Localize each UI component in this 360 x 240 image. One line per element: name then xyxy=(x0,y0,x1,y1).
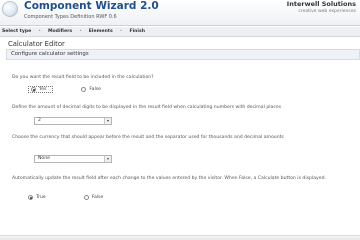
footer-bar xyxy=(0,235,360,240)
nav-separator: • xyxy=(79,29,82,34)
radio-label: True xyxy=(36,195,46,200)
wizard-steps-nav: Select type • Modifiers • Elements • Fin… xyxy=(0,27,360,37)
question-1-text: Do you want the result field to be inclu… xyxy=(12,75,154,80)
nav-step-modifiers[interactable]: Modifiers xyxy=(48,29,72,34)
select-value: None xyxy=(38,156,50,161)
app-subtitle: Component Types Definition RWF 0.6 xyxy=(24,14,117,20)
brand-tagline: creative web experiences xyxy=(298,9,356,14)
nav-step-finish[interactable]: Finish xyxy=(129,29,145,34)
section-subtitle: Configure calculator settings xyxy=(11,51,89,57)
radio-selected-icon xyxy=(31,87,36,92)
question-3-text: Choose the currency that should appear b… xyxy=(12,135,284,140)
app-title: Component Wizard 2.0 xyxy=(24,0,159,12)
option-yes-radio[interactable]: Yes xyxy=(28,86,54,93)
decimal-digits-select[interactable]: 2 xyxy=(34,117,112,125)
focus-outline: Yes xyxy=(28,86,54,93)
chevron-down-icon xyxy=(104,156,111,162)
app-header: Component Wizard 2.0 Component Types Def… xyxy=(0,0,360,26)
radio-label: False xyxy=(89,87,101,92)
currency-select[interactable]: None xyxy=(34,155,112,163)
question-4-text: Automatically update the result field af… xyxy=(12,176,326,181)
section-title: Calculator Editor xyxy=(8,40,65,48)
radio-label: False xyxy=(91,195,104,200)
section-subtitle-bar: Configure calculator settings xyxy=(6,49,360,60)
nav-separator: • xyxy=(38,29,41,34)
option-true-radio[interactable]: True xyxy=(28,195,46,200)
radio-label: Yes xyxy=(39,87,47,92)
brand-name: Interwell Solutions xyxy=(286,0,356,8)
chevron-down-icon xyxy=(104,118,111,124)
nav-step-select-type[interactable]: Select type xyxy=(2,29,31,34)
question-4-options: True False xyxy=(28,195,131,200)
radio-unselected-icon xyxy=(83,195,89,200)
question-1-options: Yes False xyxy=(28,86,129,93)
radio-unselected-icon xyxy=(81,87,87,92)
question-2-text: Define the amount of decimal digits to b… xyxy=(12,105,282,110)
nav-separator: • xyxy=(119,29,123,34)
radio-selected-icon xyxy=(28,195,33,200)
option-false-radio[interactable]: False xyxy=(81,87,101,92)
select-value: 2 xyxy=(38,118,41,123)
nav-step-elements[interactable]: Elements xyxy=(89,29,113,34)
option-false-radio[interactable]: False xyxy=(83,195,104,200)
app-logo-icon xyxy=(2,1,18,17)
